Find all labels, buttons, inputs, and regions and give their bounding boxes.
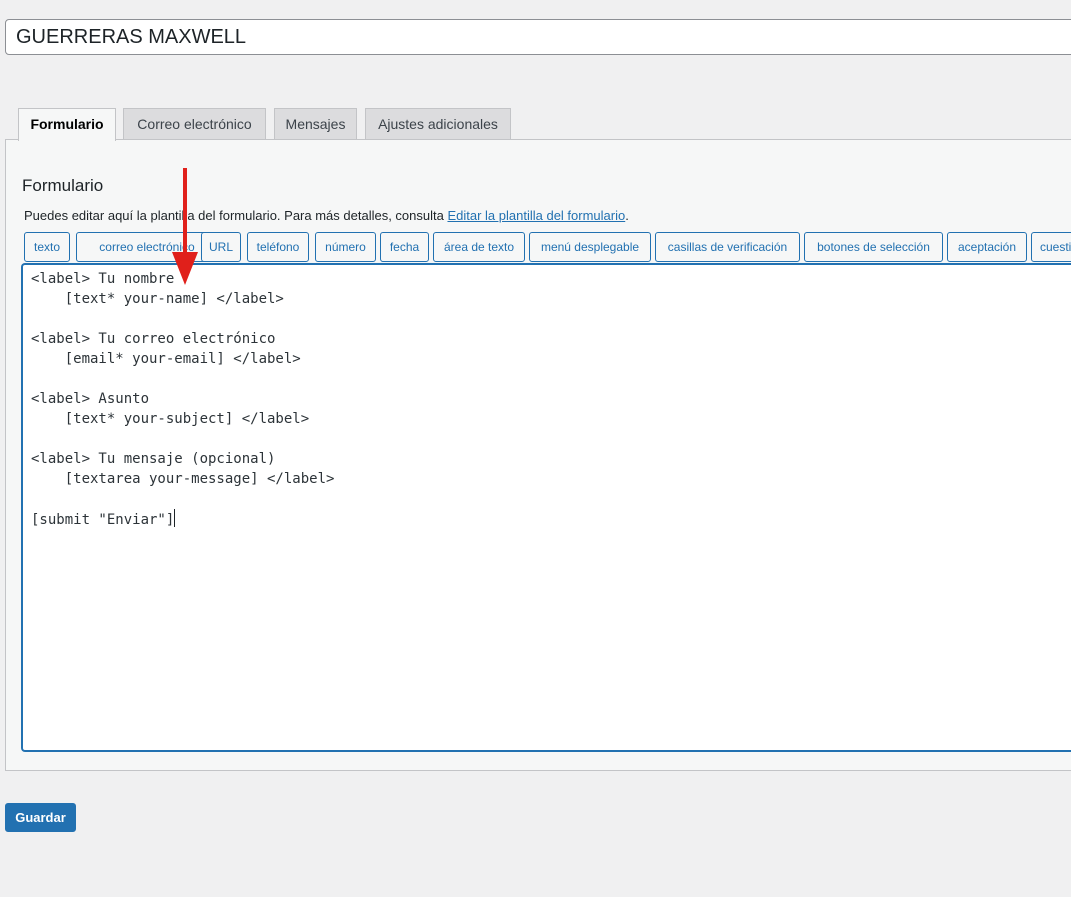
tab-correo-electronico[interactable]: Correo electrónico	[123, 108, 266, 140]
red-arrow-annotation	[172, 168, 198, 285]
tag-button-botones-de-seleccion[interactable]: botones de selección	[804, 232, 943, 262]
tag-button-casillas-de-verificacion[interactable]: casillas de verificación	[655, 232, 800, 262]
tag-button-area-de-texto[interactable]: área de texto	[433, 232, 525, 262]
tab-formulario[interactable]: Formulario	[18, 108, 116, 141]
description-text: Puedes editar aquí la plantilla del form…	[24, 208, 448, 223]
tag-button-texto[interactable]: texto	[24, 232, 70, 262]
tag-button-url[interactable]: URL	[201, 232, 241, 262]
form-template-editor[interactable]: <label> Tu nombre [text* your-name] </la…	[22, 264, 1071, 751]
panel-heading: Formulario	[22, 176, 104, 195]
edit-template-link[interactable]: Editar la plantilla del formulario	[447, 208, 625, 223]
editor-content: <label> Tu nombre [text* your-name] </la…	[31, 271, 335, 528]
save-button[interactable]: Guardar	[5, 803, 76, 832]
tag-button-cuestionario[interactable]: cuestionario	[1031, 232, 1071, 262]
tab-ajustes-adicionales[interactable]: Ajustes adicionales	[365, 108, 511, 140]
tab-mensajes[interactable]: Mensajes	[274, 108, 357, 140]
tag-button-numero[interactable]: número	[315, 232, 376, 262]
text-caret	[174, 509, 176, 527]
tag-button-aceptacion[interactable]: aceptación	[947, 232, 1027, 262]
description-end: .	[625, 208, 629, 223]
tag-button-menu-desplegable[interactable]: menú desplegable	[529, 232, 651, 262]
arrow-head	[172, 252, 198, 285]
tag-button-telefono[interactable]: teléfono	[247, 232, 309, 262]
tag-button-fecha[interactable]: fecha	[380, 232, 429, 262]
form-title-input[interactable]	[5, 19, 1071, 55]
panel-description: Puedes editar aquí la plantilla del form…	[24, 208, 629, 223]
form-panel: Formulario Puedes editar aquí la plantil…	[5, 139, 1071, 771]
